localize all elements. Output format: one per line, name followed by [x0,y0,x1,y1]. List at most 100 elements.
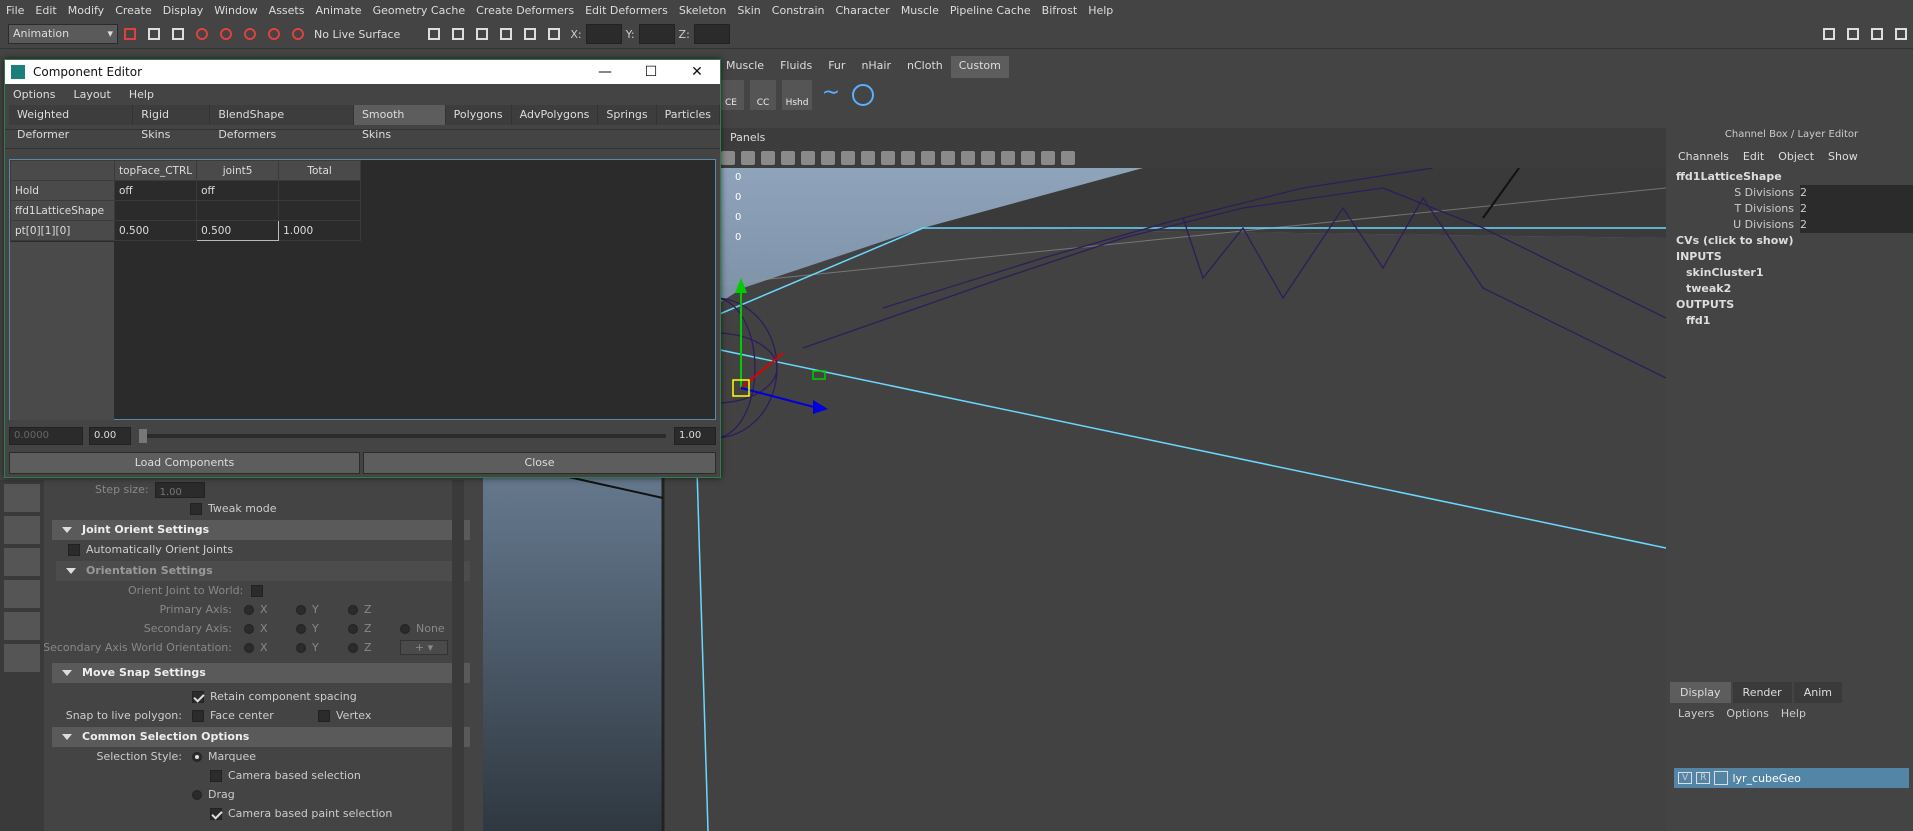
menu-skin[interactable]: Skin [737,4,760,17]
world-z[interactable]: Z [348,638,372,657]
tab-springs[interactable]: Springs [598,105,657,125]
viewport-tool-icon[interactable] [841,151,855,165]
channel-menu-object[interactable]: Object [1778,150,1814,163]
auto-orient-checkbox[interactable] [68,544,80,556]
menu-bifrost[interactable]: Bifrost [1042,4,1078,17]
mode-dropdown[interactable]: Animation ▾ [8,24,118,44]
render-settings-icon[interactable] [496,24,516,44]
tab-display[interactable]: Display [1670,682,1731,703]
shelf-tab-fur[interactable]: Fur [820,56,853,78]
vertex-option[interactable]: Vertex [318,706,371,725]
viewport-tool-icon[interactable] [1021,151,1035,165]
shelf-tab-ncloth[interactable]: nCloth [899,56,951,78]
options-menu[interactable]: Options [1726,707,1768,720]
tab-smooth-skins[interactable]: Smooth Skins [353,105,446,141]
minimize-icon[interactable]: — [582,64,628,80]
y-field[interactable] [638,24,675,44]
component-spreadsheet[interactable]: topFace_CTRL joint5 Total Hold off off ffd1Lat… [9,159,716,420]
viewport-tool-icon[interactable] [1041,151,1055,165]
tab-polygons[interactable]: Polygons [445,105,512,125]
common-selection-section[interactable]: Common Selection Options [52,727,470,747]
layout-four-icon[interactable] [4,516,40,544]
table-cell[interactable]: 0.500 [196,220,280,241]
drag-radio[interactable] [192,790,202,800]
close-icon[interactable]: ✕ [674,64,720,80]
menu-help[interactable]: Help [1088,4,1113,17]
visibility-toggle[interactable]: V [1678,772,1693,784]
shelf-tab-muscle[interactable]: Muscle [718,56,772,78]
primary-z[interactable]: Z [348,600,372,619]
menu-pipeline-cache[interactable]: Pipeline Cache [950,4,1031,17]
menu-create-deformers[interactable]: Create Deformers [476,4,574,17]
menu-edit[interactable]: Edit [35,4,56,17]
viewport-tool-icon[interactable] [781,151,795,165]
layout-graph-icon[interactable] [4,580,40,608]
viewport-tool-icon[interactable] [981,151,995,165]
column-header[interactable]: Total [278,160,362,181]
shelf-cc-button[interactable]: CC [750,80,776,110]
z-field[interactable] [693,24,730,44]
tab-blendshape-deformers[interactable]: BlendShape Deformers [210,105,354,141]
menu-edit-deformers[interactable]: Edit Deformers [585,4,668,17]
viewport-tool-icon[interactable] [881,151,895,165]
menu-create[interactable]: Create [115,4,152,17]
menu-animate[interactable]: Animate [315,4,361,17]
attribute-editor-icon[interactable] [1843,24,1863,44]
menu-file[interactable]: File [6,4,24,17]
node-name[interactable]: ffd1LatticeShape [1670,169,1913,185]
cvs-toggle[interactable]: CVs (click to show) [1670,233,1913,249]
table-cell[interactable] [278,180,362,201]
shelf-tab-nhair[interactable]: nHair [853,56,899,78]
primary-y[interactable]: Y [296,600,319,619]
viewport-tool-icon[interactable] [741,151,755,165]
component-editor-titlebar[interactable]: Component Editor — ☐ ✕ [5,60,720,84]
column-header[interactable]: topFace_CTRL [113,160,198,181]
world-orient-dropdown[interactable]: + ▾ [400,640,448,655]
circle-tool-icon[interactable] [850,80,876,110]
marquee-option[interactable]: Marquee [192,747,256,766]
tool-settings-scrollbar[interactable] [452,480,464,831]
panels-menu[interactable]: Panels [730,131,765,144]
slider-min-field[interactable]: 0.00 [89,427,131,445]
viewport-tool-icon[interactable] [821,151,835,165]
shelf-tab-custom[interactable]: Custom [950,56,1009,78]
world-y[interactable]: Y [296,638,319,657]
snap-point-icon[interactable] [240,24,260,44]
layers-menu[interactable]: Layers [1678,707,1714,720]
retain-spacing-checkbox[interactable] [192,691,204,703]
secondary-y[interactable]: Y [296,619,319,638]
shelf-ce-button[interactable]: CE [718,80,744,110]
layout-hypershade-icon[interactable] [4,612,40,640]
input-skincluster[interactable]: skinCluster1 [1670,265,1913,281]
tab-rigid-skins[interactable]: Rigid Skins [133,105,211,141]
modeling-toolkit-icon[interactable] [1819,24,1839,44]
viewport-tool-icon[interactable] [1061,151,1075,165]
channel-attr-value[interactable]: 2 [1800,217,1913,233]
lasso-tool-icon[interactable] [144,24,164,44]
weight-slider-track[interactable] [139,429,666,443]
table-cell[interactable]: 0.500 [113,220,198,241]
table-cell[interactable]: off [113,180,198,201]
viewport-tool-icon[interactable] [941,151,955,165]
primary-x[interactable]: X [244,600,268,619]
tab-weighted-deformer[interactable]: Weighted Deformer [9,105,134,141]
menu-constrain[interactable]: Constrain [772,4,825,17]
ce-menu-layout[interactable]: Layout [73,88,110,101]
tweak-mode-checkbox[interactable] [190,503,202,515]
menu-muscle[interactable]: Muscle [901,4,939,17]
table-cell[interactable] [113,200,198,221]
weight-slider-handle[interactable] [139,429,147,443]
ce-menu-help[interactable]: Help [129,88,154,101]
channel-attr-value[interactable]: 2 [1800,185,1913,201]
column-header[interactable]: joint5 [196,160,280,181]
hypershade-icon[interactable] [520,24,540,44]
orientation-section[interactable]: Orientation Settings [56,561,470,581]
menu-assets[interactable]: Assets [269,4,305,17]
snap-grid-icon[interactable] [192,24,212,44]
viewport-tool-icon[interactable] [861,151,875,165]
paint-select-icon[interactable] [168,24,188,44]
channel-attr-row[interactable]: T Divisions 2 [1670,201,1913,217]
viewport-tool-icon[interactable] [761,151,775,165]
viewport-tool-icon[interactable] [921,151,935,165]
close-button[interactable]: Close [363,452,716,474]
